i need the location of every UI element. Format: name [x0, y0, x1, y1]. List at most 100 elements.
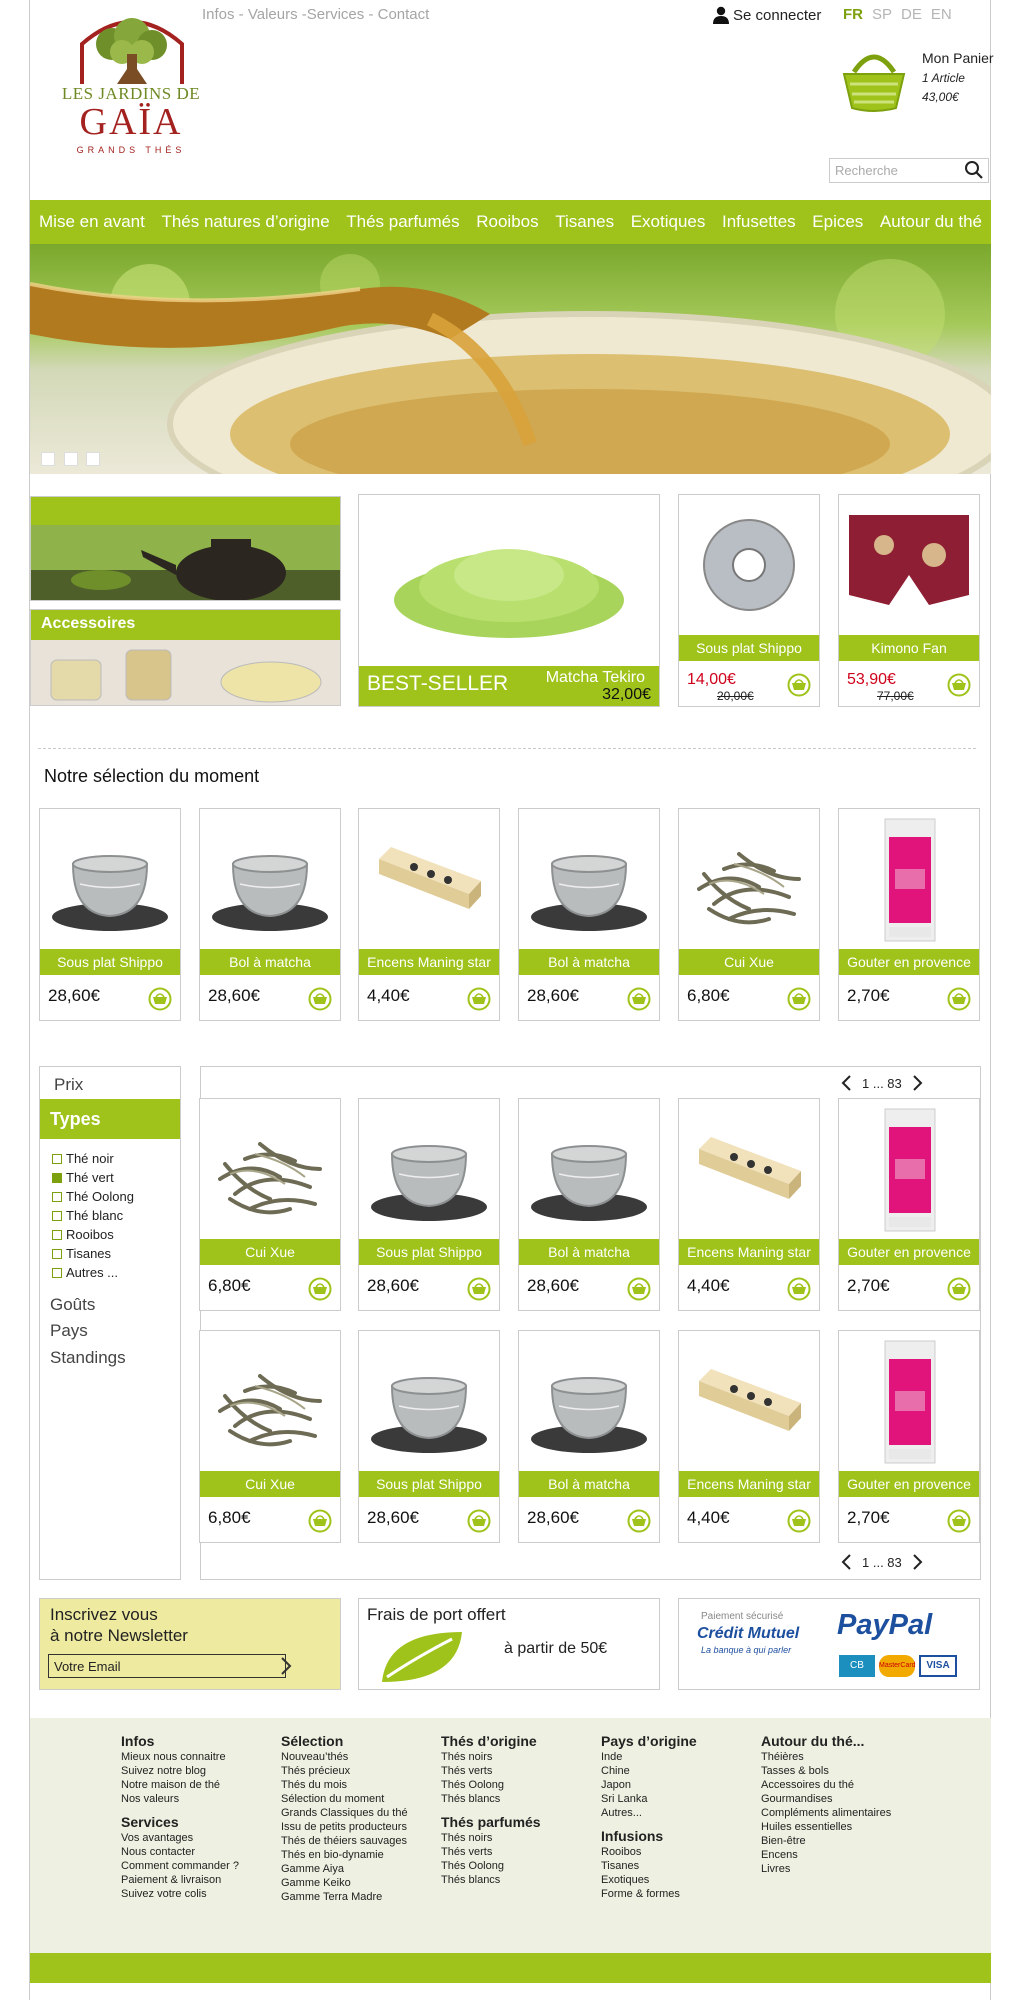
product-card[interactable]: Sous plat Shippo 28,60€: [358, 1098, 500, 1311]
nav-item-thes-parfumes[interactable]: Thés parfumés: [346, 212, 459, 232]
footer-link[interactable]: Rooibos: [601, 1845, 697, 1859]
add-to-cart-icon[interactable]: [308, 987, 332, 1011]
footer-link[interactable]: Nous contacter: [121, 1845, 239, 1859]
footer-link[interactable]: Thés du mois: [281, 1778, 408, 1792]
add-to-cart-icon[interactable]: [467, 1277, 491, 1301]
product-image[interactable]: [519, 809, 659, 954]
product-image[interactable]: [839, 809, 979, 954]
filter-types-header[interactable]: Types: [40, 1099, 180, 1139]
footer-link[interactable]: Thés noirs: [441, 1831, 541, 1845]
filter-standings[interactable]: Standings: [50, 1348, 126, 1368]
footer-link[interactable]: Tisanes: [601, 1859, 697, 1873]
product-image[interactable]: [200, 1099, 340, 1244]
add-to-cart-icon[interactable]: [467, 987, 491, 1011]
product-image[interactable]: [200, 1331, 340, 1476]
type-option[interactable]: Thé vert: [52, 1168, 134, 1187]
add-to-cart-icon[interactable]: [627, 987, 651, 1011]
checkbox[interactable]: [52, 1173, 62, 1183]
footer-link[interactable]: Nouveau’thés: [281, 1750, 408, 1764]
footer-link[interactable]: Suivez notre blog: [121, 1764, 239, 1778]
product-card[interactable]: Bol à matcha 28,60€: [518, 808, 660, 1021]
checkbox[interactable]: [52, 1192, 62, 1202]
product-image[interactable]: [839, 1331, 979, 1476]
footer-link[interactable]: Thés noirs: [441, 1750, 541, 1764]
product-card[interactable]: Encens Maning star 4,40€: [678, 1330, 820, 1543]
product-card[interactable]: Sous plat Shippo 28,60€: [358, 1330, 500, 1543]
cart-summary[interactable]: Mon Panier 1 Article 43,00€: [922, 50, 994, 104]
promo-card-shippo[interactable]: Sous plat Shippo 14,00€ 20,00€: [678, 494, 820, 707]
footer-link[interactable]: Mieux nous connaitre: [121, 1750, 239, 1764]
basket-icon[interactable]: [840, 48, 908, 114]
product-card[interactable]: Cui Xue 6,80€: [678, 808, 820, 1021]
footer-link[interactable]: Grands Classiques du thé: [281, 1806, 408, 1820]
add-to-cart-icon[interactable]: [627, 1277, 651, 1301]
nav-item-rooibos[interactable]: Rooibos: [476, 212, 538, 232]
product-card[interactable]: Gouter en provence 2,70€: [838, 1330, 980, 1543]
add-to-cart-icon[interactable]: [308, 1509, 332, 1533]
footer-link[interactable]: Issu de petits producteurs: [281, 1820, 408, 1834]
prev-arrow-icon[interactable]: [840, 1553, 852, 1571]
add-to-cart-icon[interactable]: [627, 1509, 651, 1533]
submit-arrow-icon[interactable]: [280, 1656, 292, 1676]
nav-item-epices[interactable]: Epices: [812, 212, 863, 232]
footer-link[interactable]: Japon: [601, 1778, 697, 1792]
slide-dot-1[interactable]: [41, 452, 55, 466]
footer-link[interactable]: Livres: [761, 1862, 891, 1876]
footer-link[interactable]: Thés Oolong: [441, 1859, 541, 1873]
footer-link[interactable]: Suivez votre colis: [121, 1887, 239, 1901]
type-option[interactable]: Autres ...: [52, 1263, 134, 1282]
footer-link[interactable]: Notre maison de thé: [121, 1778, 239, 1792]
footer-link[interactable]: Thés précieux: [281, 1764, 408, 1778]
footer-link[interactable]: Accessoires du thé: [761, 1778, 891, 1792]
footer-link[interactable]: Thés verts: [441, 1845, 541, 1859]
product-image[interactable]: [519, 1331, 659, 1476]
footer-link[interactable]: Paiement & livraison: [121, 1873, 239, 1887]
next-arrow-icon[interactable]: [912, 1553, 924, 1571]
filter-gouts[interactable]: Goûts: [50, 1295, 95, 1315]
footer-link[interactable]: Sélection du moment: [281, 1792, 408, 1806]
product-card[interactable]: Gouter en provence 2,70€: [838, 808, 980, 1021]
bestseller-card[interactable]: BEST-SELLER Matcha Tekiro 32,00€: [358, 494, 660, 707]
next-arrow-icon[interactable]: [912, 1074, 924, 1092]
footer-link[interactable]: Autres...: [601, 1806, 697, 1820]
nav-item-exotiques[interactable]: Exotiques: [631, 212, 706, 232]
footer-link[interactable]: Thés verts: [441, 1764, 541, 1778]
language-switcher[interactable]: FR SP DE EN: [843, 6, 961, 23]
add-to-cart-icon[interactable]: [787, 987, 811, 1011]
promo-card-kimono[interactable]: Kimono Fan 53,90€ 77,00€: [838, 494, 980, 707]
hero-banner[interactable]: [30, 244, 991, 474]
lang-sp[interactable]: SP: [872, 6, 892, 23]
checkbox[interactable]: [52, 1211, 62, 1221]
search-icon[interactable]: [964, 160, 984, 180]
product-image[interactable]: [359, 1099, 499, 1244]
promo-left-top[interactable]: [30, 496, 341, 601]
nav-item-thes-natures[interactable]: Thés natures d’origine: [161, 212, 329, 232]
product-card[interactable]: Cui Xue 6,80€: [199, 1098, 341, 1311]
product-card[interactable]: Cui Xue 6,80€: [199, 1330, 341, 1543]
product-card[interactable]: Bol à matcha 28,60€: [518, 1330, 660, 1543]
nav-item-tisanes[interactable]: Tisanes: [555, 212, 614, 232]
add-to-cart-icon[interactable]: [787, 1509, 811, 1533]
add-to-cart-icon[interactable]: [148, 987, 172, 1011]
prev-arrow-icon[interactable]: [840, 1074, 852, 1092]
slide-dot-2[interactable]: [64, 452, 78, 466]
footer-link[interactable]: Comment commander ?: [121, 1859, 239, 1873]
type-option[interactable]: Thé Oolong: [52, 1187, 134, 1206]
checkbox[interactable]: [52, 1154, 62, 1164]
add-to-cart-icon[interactable]: [308, 1277, 332, 1301]
footer-link[interactable]: Gourmandises: [761, 1792, 891, 1806]
promo-accessoires[interactable]: Accessoires: [30, 609, 341, 706]
top-links[interactable]: Infos - Valeurs -Services - Contact: [202, 6, 429, 23]
footer-link[interactable]: Huiles essentielles: [761, 1820, 891, 1834]
footer-link[interactable]: Thés de théiers sauvages: [281, 1834, 408, 1848]
logo[interactable]: LES JARDINS DE GAÏA GRANDS THÉS: [54, 14, 209, 169]
add-to-cart-icon[interactable]: [467, 1509, 491, 1533]
footer-link[interactable]: Compléments alimentaires: [761, 1806, 891, 1820]
footer-link[interactable]: Thés blancs: [441, 1873, 541, 1887]
product-image[interactable]: [519, 1099, 659, 1244]
add-to-cart-icon[interactable]: [787, 673, 811, 697]
add-to-cart-icon[interactable]: [787, 1277, 811, 1301]
footer-link[interactable]: Chine: [601, 1764, 697, 1778]
type-option[interactable]: Tisanes: [52, 1244, 134, 1263]
slide-dot-3[interactable]: [86, 452, 100, 466]
